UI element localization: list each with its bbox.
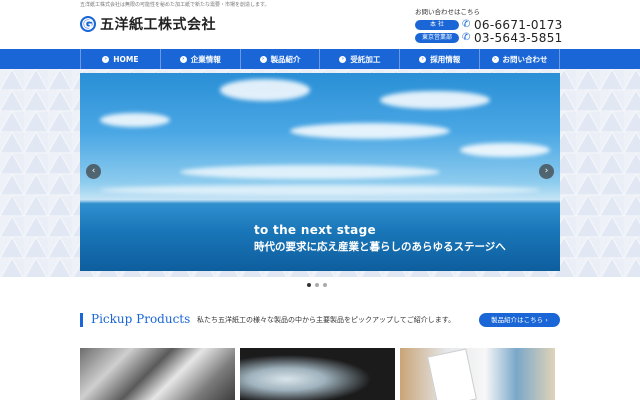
slider-dot[interactable] [323, 283, 327, 287]
nav-label: 受託加工 [350, 54, 381, 64]
product-thumbnail-film-roll[interactable] [80, 348, 235, 400]
phone-icon: ✆ [462, 18, 471, 30]
contact-label: 東京営業部 [415, 32, 459, 43]
tagline: 五洋紙工株式会社は無限の可能性を秘めた加工紙で新たな需要・市場を創造します。 [80, 2, 270, 8]
section-accent-bar [80, 313, 83, 327]
phone-number[interactable]: 03-5643-5851 [474, 31, 563, 45]
nav-label: 採用情報 [430, 54, 461, 64]
contact-block: お問い合わせはこちら 本 社 ✆ 06-6671-0173 東京営業部 ✆ 03… [415, 6, 563, 45]
hero-headline-jp: 時代の要求に応え産業と暮らしのあらゆるステージへ [254, 241, 506, 253]
contact-title: お問い合わせはこちら [415, 8, 480, 16]
slider-dot[interactable] [315, 283, 319, 287]
slider-next-arrow-icon[interactable]: › [539, 164, 554, 179]
slider-prev-arrow-icon[interactable]: ‹ [86, 164, 101, 179]
chevron-right-icon: › [259, 55, 267, 63]
section-title: Pickup Products [91, 312, 191, 326]
nav-item-home[interactable]: › HOME [80, 49, 160, 69]
chevron-right-icon: › [491, 55, 499, 63]
section-description: 私たち五洋紙工の様々な製品の中から主要製品をピックアップしてご紹介します。 [197, 316, 456, 324]
nav-item-contract-processing[interactable]: › 受託加工 [319, 49, 399, 69]
nav-label: 企業情報 [190, 54, 221, 64]
nav-label: HOME [113, 54, 139, 64]
nav-item-company[interactable]: › 企業情報 [159, 49, 240, 69]
slider-pagination [307, 283, 331, 287]
product-thumbnail-clear-film[interactable] [240, 348, 395, 400]
main-nav: › HOME › 企業情報 › 製品紹介 › 受託加工 › 採用情報 › お問い… [0, 49, 640, 69]
chevron-right-icon: › [419, 55, 427, 63]
slider-dot[interactable] [307, 283, 311, 287]
company-name: 五洋紙工株式会社 [100, 17, 216, 33]
chevron-right-icon: › [179, 55, 187, 63]
package-illustration [427, 348, 477, 400]
phone-number[interactable]: 06-6671-0173 [474, 18, 563, 32]
nav-label: 製品紹介 [270, 54, 301, 64]
nav-item-contact[interactable]: › お問い合わせ [479, 49, 560, 69]
contact-row-tokyo-sales[interactable]: 東京営業部 ✆ 03-5643-5851 [415, 31, 563, 45]
nav-item-products[interactable]: › 製品紹介 [239, 49, 320, 69]
phone-icon: ✆ [462, 31, 471, 43]
hero-slider[interactable]: to the next stage 時代の要求に応え産業と暮らしのあらゆるステー… [80, 73, 560, 271]
nav-item-recruit[interactable]: › 採用情報 [399, 49, 479, 69]
chevron-right-icon: › [339, 55, 347, 63]
nav-label: お問い合わせ [502, 54, 548, 64]
products-link-button[interactable]: 製品紹介はこちら › [479, 313, 560, 327]
chevron-right-icon: › [102, 55, 110, 63]
hero-headline-en: to the next stage [254, 223, 376, 237]
company-logo[interactable]: G 五洋紙工株式会社 [80, 14, 216, 34]
logo-mark-icon: G [80, 16, 96, 32]
contact-row-head-office[interactable]: 本 社 ✆ 06-6671-0173 [415, 18, 563, 32]
product-thumbnail-package[interactable] [400, 348, 555, 400]
contact-label: 本 社 [415, 19, 459, 30]
